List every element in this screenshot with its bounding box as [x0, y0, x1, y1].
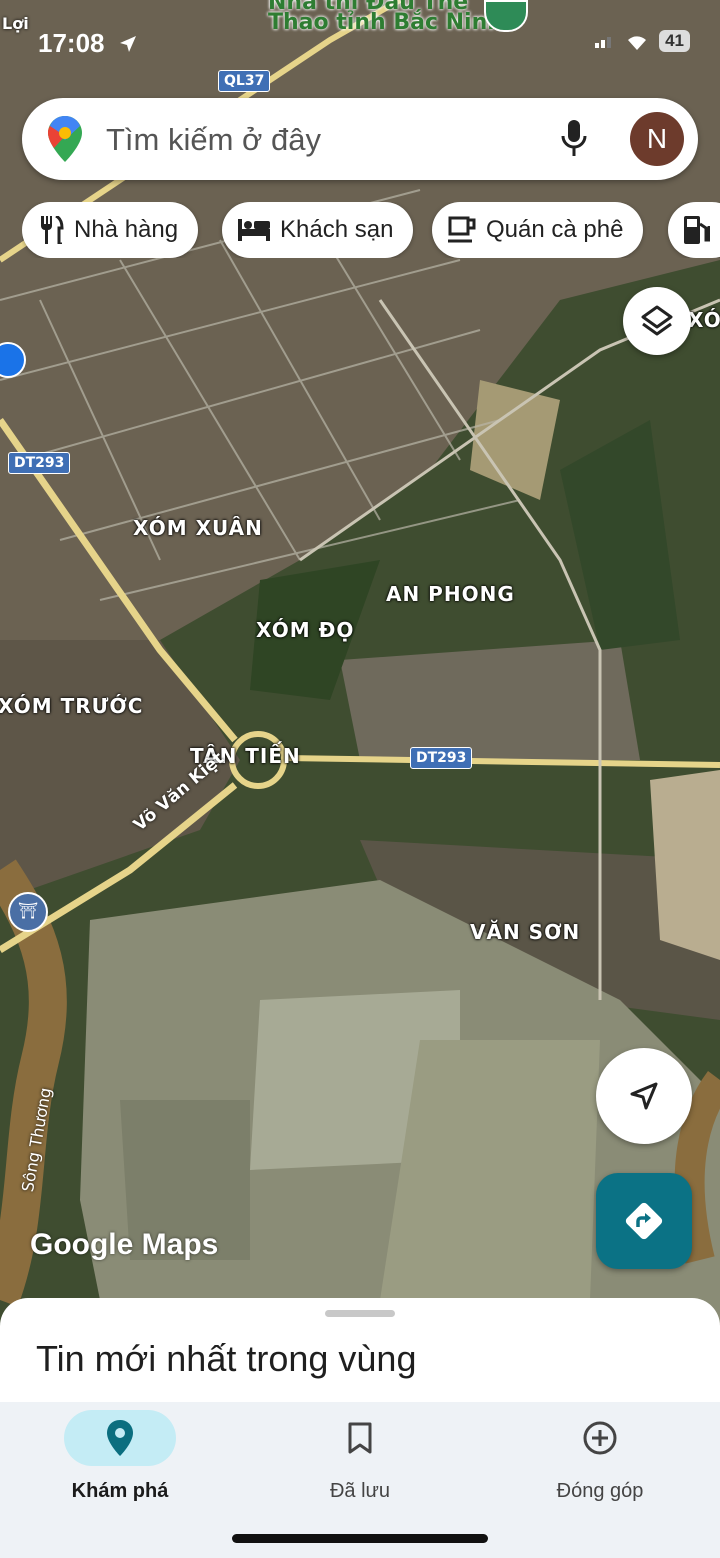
- layers-button[interactable]: [623, 287, 691, 355]
- nav-saved-indicator: [304, 1410, 416, 1466]
- nav-saved-label: Đã lưu: [329, 1480, 391, 1502]
- status-right: 41: [595, 30, 690, 52]
- microphone-icon[interactable]: [560, 120, 588, 158]
- layers-icon: [641, 305, 673, 336]
- chip-coffee-label: Quán cà phê: [486, 216, 624, 243]
- home-indicator[interactable]: [232, 1534, 488, 1543]
- place-xom-truoc[interactable]: XÓM TRƯỚC: [0, 694, 143, 718]
- nav-contribute-indicator: [544, 1410, 656, 1466]
- landmark-pin-icon[interactable]: ⛩: [8, 892, 48, 932]
- search-bar[interactable]: Tìm kiếm ở đây N: [22, 98, 698, 180]
- nav-contribute-label: Đóng góp: [556, 1480, 644, 1502]
- chip-restaurants[interactable]: Nhà hàng: [22, 202, 199, 258]
- status-time: 17:08: [38, 28, 105, 58]
- road-shield-dt293-center: DT293: [410, 747, 473, 769]
- chip-hotels[interactable]: Khách sạn: [222, 202, 414, 258]
- chip-gas[interactable]: [668, 202, 720, 258]
- hotel-icon: [238, 219, 270, 241]
- place-an-phong[interactable]: AN PHONG: [386, 582, 515, 606]
- sheet-title: Tin mới nhất trong vùng: [36, 1338, 417, 1379]
- account-avatar[interactable]: N: [630, 112, 684, 166]
- cellular-signal-icon: [595, 37, 612, 48]
- nav-saved[interactable]: Đã lưu: [270, 1410, 450, 1503]
- navigation-arrow-icon: [630, 1082, 658, 1110]
- road-shield-dt293-left: DT293: [8, 452, 71, 474]
- nav-explore-label: Khám phá: [71, 1480, 169, 1502]
- google-maps-logo-icon: [48, 116, 82, 162]
- my-location-button[interactable]: [596, 1048, 692, 1144]
- nav-contribute[interactable]: Đóng góp: [510, 1410, 690, 1503]
- explore-pin-icon: [107, 1420, 133, 1456]
- bookmark-icon: [348, 1422, 372, 1454]
- sheet-drag-handle[interactable]: [325, 1310, 395, 1317]
- directions-button[interactable]: [596, 1173, 692, 1269]
- battery-level: 41: [659, 30, 690, 52]
- location-arrow-icon: [120, 36, 136, 52]
- place-xom-do[interactable]: XÓM ĐỌ: [256, 618, 354, 642]
- wifi-icon: [628, 36, 647, 50]
- nav-explore-indicator: [64, 1410, 176, 1466]
- place-xom-xuan[interactable]: XÓM XUÂN: [133, 516, 263, 540]
- gas-station-icon: [684, 216, 710, 244]
- coffee-icon: [448, 216, 476, 243]
- road-shield-ql37: QL37: [218, 70, 271, 92]
- directions-icon: [625, 1202, 663, 1240]
- google-maps-watermark: Google Maps: [30, 1228, 219, 1261]
- category-chips: Nhà hàng Khách sạn Quán cà phê: [22, 202, 720, 258]
- place-xom-edge[interactable]: XÓM: [688, 308, 720, 332]
- chip-coffee[interactable]: Quán cà phê: [432, 202, 644, 258]
- search-placeholder[interactable]: Tìm kiếm ở đây: [106, 122, 321, 158]
- status-bar: 17:08 41: [0, 28, 720, 60]
- nav-explore[interactable]: Khám phá: [30, 1410, 210, 1503]
- place-van-son[interactable]: VĂN SƠN: [470, 920, 580, 944]
- restaurant-icon: [41, 216, 64, 244]
- chip-hotels-label: Khách sạn: [280, 216, 394, 243]
- bottom-sheet[interactable]: Tin mới nhất trong vùng: [0, 1298, 720, 1408]
- add-circle-icon: [583, 1421, 617, 1455]
- chip-restaurants-label: Nhà hàng: [74, 216, 179, 243]
